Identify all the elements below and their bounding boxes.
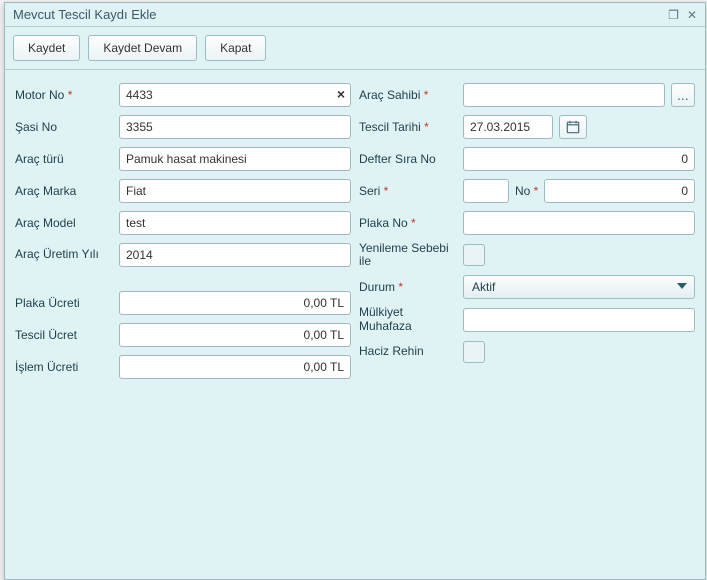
label-plaka-ucreti: Plaka Ücreti <box>15 296 119 310</box>
no-input[interactable] <box>544 179 695 203</box>
row-tescil-ucret: Tescil Ücret <box>15 322 351 348</box>
row-sasi-no: Şasi No <box>15 114 351 140</box>
label-durum: Durum <box>359 280 463 294</box>
calendar-icon <box>566 120 580 134</box>
row-durum: Durum Aktif <box>359 274 695 300</box>
sasi-no-wrap <box>119 115 351 139</box>
row-mulkiye-muhafaza: Mülkiyet Muhafaza <box>359 306 695 332</box>
row-arac-sahibi: Araç Sahibi ... <box>359 82 695 108</box>
arac-marka-value <box>119 179 351 203</box>
mulkiye-wrap <box>463 308 695 332</box>
mulkiye-input[interactable] <box>463 308 695 332</box>
plaka-ucreti-wrap <box>119 291 351 315</box>
arac-marka-wrap <box>119 179 351 203</box>
title-bar: Mevcut Tescil Kaydı Ekle ❐ ✕ <box>5 3 705 27</box>
tescil-tarihi-input[interactable] <box>463 115 553 139</box>
haciz-wrap <box>463 341 695 363</box>
label-yenileme-sebebi: Yenileme Sebebi ile <box>359 242 463 268</box>
tescil-ucret-input[interactable] <box>119 323 351 347</box>
clear-icon[interactable]: × <box>337 87 345 101</box>
motor-no-wrap: × <box>119 83 351 107</box>
label-arac-marka: Araç Marka <box>15 184 119 198</box>
label-tescil-ucret: Tescil Ücret <box>15 328 119 342</box>
sasi-no-value <box>119 115 351 139</box>
tescil-tarihi-wrap <box>463 115 695 139</box>
toolbar: Kaydet Kaydet Devam Kapat <box>5 27 705 70</box>
defter-sira-input[interactable] <box>463 147 695 171</box>
arac-turu-wrap <box>119 147 351 171</box>
islem-ucreti-wrap <box>119 355 351 379</box>
label-defter-sira-no: Defter Sıra No <box>359 152 463 166</box>
row-motor-no: Motor No × <box>15 82 351 108</box>
label-plaka-no: Plaka No <box>359 216 463 230</box>
label-arac-sahibi: Araç Sahibi <box>359 88 463 102</box>
seri-input[interactable] <box>463 179 509 203</box>
row-haciz-rehin: Haciz Rehin <box>359 339 695 365</box>
arac-model-value <box>119 211 351 235</box>
save-button[interactable]: Kaydet <box>13 35 80 61</box>
tescil-ucret-wrap <box>119 323 351 347</box>
arac-uretim-value <box>119 243 351 267</box>
label-seri: Seri <box>359 184 463 198</box>
islem-ucreti-input[interactable] <box>119 355 351 379</box>
label-motor-no: Motor No <box>15 88 119 102</box>
maximize-icon[interactable]: ❐ <box>668 9 679 21</box>
right-column: Araç Sahibi ... Tescil Tarihi <box>359 82 695 567</box>
durum-value: Aktif <box>463 275 695 299</box>
arac-model-wrap <box>119 211 351 235</box>
motor-no-input[interactable] <box>119 83 351 107</box>
label-sasi-no: Şasi No <box>15 120 119 134</box>
arac-sahibi-lookup-button[interactable]: ... <box>671 83 695 107</box>
close-icon[interactable]: ✕ <box>687 9 697 21</box>
yenileme-wrap <box>463 244 695 266</box>
arac-sahibi-wrap: ... <box>463 83 695 107</box>
row-arac-uretim-yili: Araç Üretim Yılı <box>15 242 351 268</box>
label-arac-turu: Araç türü <box>15 152 119 166</box>
haciz-checkbox[interactable] <box>463 341 485 363</box>
plaka-ucreti-input[interactable] <box>119 291 351 315</box>
window-controls: ❐ ✕ <box>668 9 697 21</box>
left-column: Motor No × Şasi No Araç türü Araç <box>15 82 351 567</box>
row-arac-turu: Araç türü <box>15 146 351 172</box>
window-title: Mevcut Tescil Kaydı Ekle <box>13 7 157 22</box>
label-arac-model: Araç Model <box>15 216 119 230</box>
plaka-no-wrap <box>463 211 695 235</box>
calendar-button[interactable] <box>559 115 587 139</box>
dialog-mevcut-tescil: Mevcut Tescil Kaydı Ekle ❐ ✕ Kaydet Kayd… <box>4 2 706 580</box>
label-no: No <box>515 184 538 198</box>
form-body: Motor No × Şasi No Araç türü Araç <box>5 70 705 579</box>
row-defter-sira-no: Defter Sıra No <box>359 146 695 172</box>
durum-select[interactable]: Aktif <box>463 275 695 299</box>
label-islem-ucreti: İşlem Ücreti <box>15 360 119 374</box>
save-continue-button[interactable]: Kaydet Devam <box>88 35 197 61</box>
close-button[interactable]: Kapat <box>205 35 266 61</box>
row-plaka-no: Plaka No <box>359 210 695 236</box>
row-plaka-ucreti: Plaka Ücreti <box>15 290 351 316</box>
arac-turu-value <box>119 147 351 171</box>
row-yenileme-sebebi: Yenileme Sebebi ile <box>359 242 695 268</box>
label-arac-uretim-yili: Araç Üretim Yılı <box>15 248 119 261</box>
plaka-no-input[interactable] <box>463 211 695 235</box>
yenileme-checkbox[interactable] <box>463 244 485 266</box>
row-seri-no: Seri No <box>359 178 695 204</box>
row-arac-marka: Araç Marka <box>15 178 351 204</box>
row-islem-ucreti: İşlem Ücreti <box>15 354 351 380</box>
arac-sahibi-input <box>463 83 665 107</box>
defter-sira-wrap <box>463 147 695 171</box>
arac-uretim-wrap <box>119 243 351 267</box>
label-tescil-tarihi: Tescil Tarihi <box>359 120 463 134</box>
seri-wrap: No <box>463 179 695 203</box>
label-haciz-rehin: Haciz Rehin <box>359 345 463 358</box>
row-tescil-tarihi: Tescil Tarihi <box>359 114 695 140</box>
row-arac-model: Araç Model <box>15 210 351 236</box>
label-mulkiye-muhafaza: Mülkiyet Muhafaza <box>359 306 463 332</box>
